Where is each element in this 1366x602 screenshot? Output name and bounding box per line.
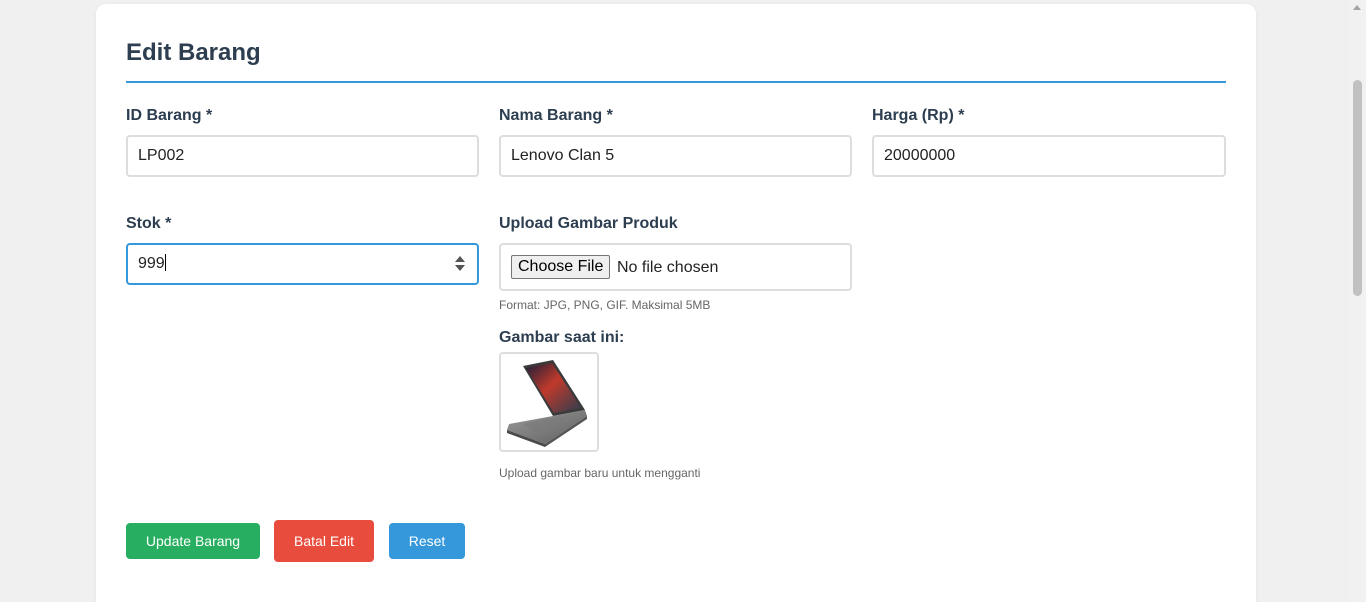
harga-value: 20000000	[884, 147, 956, 164]
laptop-product-image	[507, 360, 587, 447]
nama-barang-value: Lenovo Clan 5	[511, 147, 615, 164]
replace-image-hint: Upload gambar baru untuk mengganti	[499, 466, 701, 480]
choose-file-button[interactable]: Choose File	[511, 255, 611, 279]
text-caret	[164, 254, 166, 271]
reset-button[interactable]: Reset	[389, 523, 465, 559]
file-status-text: No file chosen	[617, 259, 719, 276]
nama-barang-label: Nama Barang *	[499, 107, 613, 124]
harga-label: Harga (Rp) *	[872, 107, 965, 124]
current-image-thumbnail	[499, 352, 599, 452]
title-divider	[126, 81, 1226, 83]
id-barang-value: LP002	[138, 147, 185, 164]
stok-input[interactable]: 999	[126, 243, 479, 285]
scroll-up-icon[interactable]	[1353, 5, 1361, 10]
page-scrollbar[interactable]	[1349, 0, 1366, 602]
upload-format-hint: Format: JPG, PNG, GIF. Maksimal 5MB	[499, 298, 711, 312]
id-barang-label: ID Barang *	[126, 107, 213, 124]
edit-form-card: Edit Barang ID Barang * LP002 Nama Baran…	[96, 4, 1256, 602]
batal-edit-button[interactable]: Batal Edit	[274, 520, 374, 562]
scrollbar-thumb[interactable]	[1353, 80, 1362, 296]
nama-barang-input[interactable]: Lenovo Clan 5	[499, 135, 852, 177]
page-title: Edit Barang	[126, 39, 261, 66]
upload-gambar-label: Upload Gambar Produk	[499, 215, 678, 232]
harga-input[interactable]: 20000000	[872, 135, 1226, 177]
stok-value: 999	[138, 255, 165, 272]
id-barang-input[interactable]: LP002	[126, 135, 479, 177]
number-spinner[interactable]	[455, 256, 465, 272]
spinner-up-icon[interactable]	[455, 256, 465, 262]
current-image-label: Gambar saat ini:	[499, 329, 625, 346]
spinner-down-icon[interactable]	[455, 265, 465, 271]
file-upload-field[interactable]: Choose File No file chosen	[499, 243, 852, 291]
update-barang-button[interactable]: Update Barang	[126, 523, 260, 559]
stok-label: Stok *	[126, 215, 172, 232]
page: Edit Barang ID Barang * LP002 Nama Baran…	[0, 0, 1366, 602]
